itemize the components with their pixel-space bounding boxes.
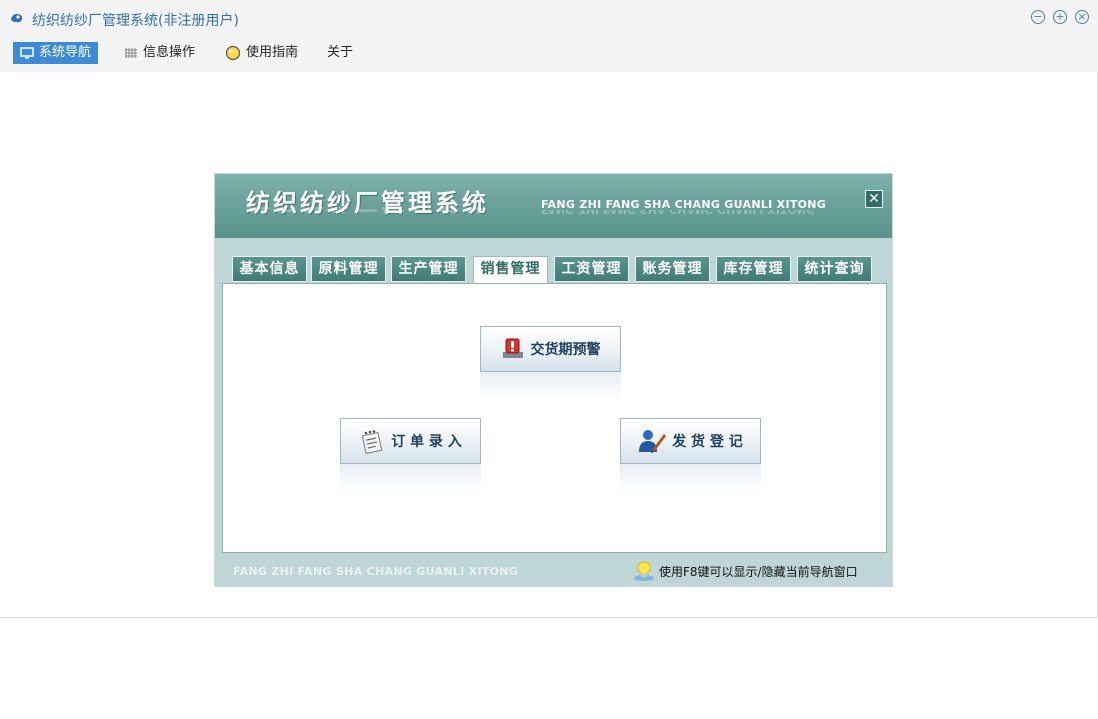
- menu-system-navigation[interactable]: 系统导航: [13, 42, 99, 64]
- footer-tip: 使用F8键可以显示/隐藏当前导航窗口: [633, 560, 858, 582]
- delivery-warning-button[interactable]: 交货期预警: [480, 326, 621, 372]
- warning-icon: [502, 338, 523, 358]
- menu-about[interactable]: 关于: [320, 42, 360, 64]
- panel-banner: 纺织纺纱厂管理系统 纺织纺纱厂管理系统 FANG ZHI FANG SHA CH…: [215, 174, 892, 238]
- footer-english-title: FANG ZHI FANG SHA CHANG GUANLI XITONG: [233, 565, 519, 578]
- panel-close-button[interactable]: ✕: [865, 190, 883, 208]
- shipping-register-button[interactable]: 发 货 登 记: [620, 418, 761, 464]
- tab-inventory-management[interactable]: 库存管理: [716, 256, 791, 282]
- tab-production-management[interactable]: 生产管理: [391, 256, 466, 282]
- menu-label: 关于: [327, 45, 354, 60]
- panel-title-english-reflection: FANG ZHI FANG SHA CHANG GUANLI XITONG: [541, 210, 815, 216]
- restore-icon[interactable]: +: [1053, 10, 1067, 24]
- menu-label: 使用指南: [246, 45, 299, 60]
- tab-sales-management[interactable]: 销售管理: [473, 256, 548, 284]
- window-title: 纺织纺纱厂管理系统(非注册用户): [32, 13, 239, 29]
- shipping-register-label: 发 货 登 记: [672, 434, 743, 450]
- menu-label: 信息操作: [143, 45, 196, 60]
- menu-label: 系统导航: [39, 45, 92, 60]
- navigation-panel: 纺织纺纱厂管理系统 纺织纺纱厂管理系统 FANG ZHI FANG SHA CH…: [215, 174, 892, 586]
- notepad-icon: [361, 430, 383, 454]
- footer-tip-text: 使用F8键可以显示/隐藏当前导航窗口: [659, 564, 858, 579]
- close-icon[interactable]: ×: [1075, 10, 1089, 24]
- user-edit-icon: [639, 430, 667, 453]
- minimize-icon[interactable]: −: [1031, 10, 1045, 24]
- tab-accounts-management[interactable]: 账务管理: [635, 256, 710, 282]
- order-entry-label: 订 单 录 入: [391, 434, 462, 450]
- tab-material-management[interactable]: 原料管理: [311, 256, 386, 282]
- lightbulb-icon: [634, 561, 654, 581]
- tab-statistics-query[interactable]: 统计查询: [797, 256, 872, 282]
- menu-user-guide[interactable]: 使用指南: [218, 42, 305, 64]
- app-logo-icon: [11, 13, 23, 23]
- button-reflection: [480, 372, 621, 402]
- monitor-icon: [20, 47, 34, 59]
- order-entry-button[interactable]: 订 单 录 入: [340, 418, 481, 464]
- menu-bar: 系统导航 信息操作 使用指南 关于: [0, 38, 1098, 72]
- button-reflection: [620, 464, 761, 494]
- menu-info-operations[interactable]: 信息操作: [117, 42, 202, 64]
- bulb-icon: [225, 45, 241, 61]
- grid-icon: [125, 48, 137, 58]
- title-bar: 纺织纺纱厂管理系统(非注册用户) − + ×: [0, 0, 1098, 38]
- tab-salary-management[interactable]: 工资管理: [554, 256, 629, 282]
- button-reflection: [340, 464, 481, 494]
- delivery-warning-label: 交货期预警: [530, 342, 601, 358]
- sales-tab-pane: 交货期预警 订 单 录 入 发 货 登 记: [222, 283, 887, 553]
- panel-title-reflection: 纺织纺纱厂管理系统: [246, 207, 489, 221]
- tab-basic-info[interactable]: 基本信息: [232, 256, 307, 282]
